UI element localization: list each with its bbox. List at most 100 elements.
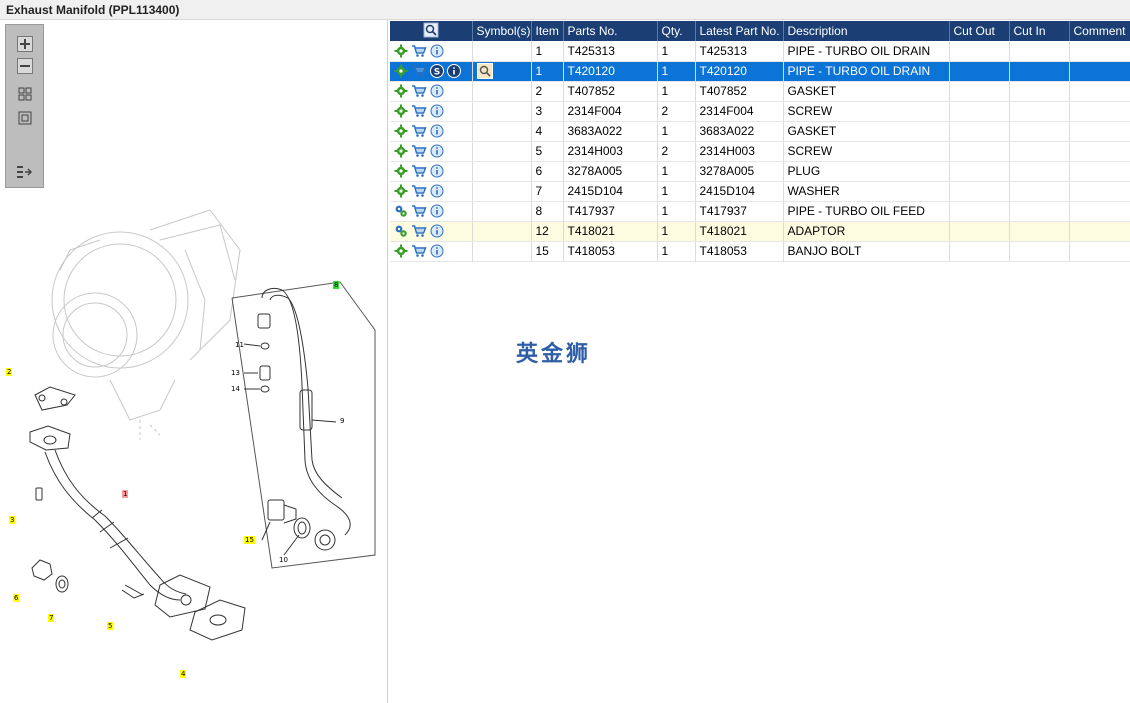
callout-8[interactable]: 8 (333, 281, 340, 289)
info-icon[interactable] (430, 104, 444, 118)
info-icon[interactable] (430, 204, 444, 218)
cart-icon[interactable] (411, 44, 427, 58)
column-header-cut-out[interactable]: Cut Out (949, 21, 1010, 41)
cart-icon[interactable] (411, 224, 427, 238)
row-actions-cell (390, 241, 473, 262)
row-actions-cell (390, 41, 473, 62)
info-icon[interactable] (430, 84, 444, 98)
column-header-actions[interactable] (390, 21, 473, 41)
info-icon[interactable] (430, 124, 444, 138)
gear-icon[interactable] (394, 64, 408, 78)
info-icon[interactable] (430, 184, 444, 198)
column-header-comment[interactable]: Comment (1069, 21, 1130, 41)
column-header-item[interactable]: Item (531, 21, 564, 41)
table-row[interactable]: 1 T425313 1 T425313 PIPE - TURBO OIL DRAIN (390, 41, 1130, 62)
callout-10[interactable]: 10 (278, 556, 289, 564)
gear-icon[interactable] (394, 124, 408, 138)
table-row[interactable]: 5 2314H003 2 2314H003 SCREW (390, 141, 1130, 162)
cut-in-cell (1009, 241, 1070, 262)
cut-in-cell (1009, 81, 1070, 102)
supersession-s-icon[interactable]: S (430, 64, 444, 78)
description-cell: PIPE - TURBO OIL FEED (783, 201, 950, 222)
symbols-cell (472, 81, 532, 102)
latest-part-no-cell: T417937 (695, 201, 784, 222)
callout-15[interactable]: 15 (244, 536, 255, 544)
watermark-text: 英金狮 (516, 342, 592, 367)
callout-5[interactable]: 5 (107, 622, 114, 630)
column-header-description[interactable]: Description (783, 21, 950, 41)
callout-2[interactable]: 2 (6, 368, 13, 376)
table-row[interactable]: 7 2415D104 1 2415D104 WASHER (390, 181, 1130, 202)
info-icon[interactable] (430, 44, 444, 58)
symbol-view-icon[interactable] (476, 62, 493, 79)
item-cell: 5 (531, 141, 564, 162)
table-row[interactable]: 15 T418053 1 T418053 BANJO BOLT (390, 241, 1130, 262)
search-parts-icon[interactable] (423, 22, 439, 41)
info-icon[interactable] (430, 244, 444, 258)
callout-4[interactable]: 4 (180, 670, 187, 678)
table-row[interactable]: 3 2314F004 2 2314F004 SCREW (390, 101, 1130, 122)
symbols-cell (472, 101, 532, 122)
cart-icon[interactable] (411, 244, 427, 258)
gear-icon[interactable] (394, 184, 408, 198)
latest-part-no-cell: T407852 (695, 81, 784, 102)
gear-icon[interactable] (394, 104, 408, 118)
latest-part-no-cell: T425313 (695, 41, 784, 62)
cart-icon[interactable] (411, 204, 427, 218)
column-header-parts-no[interactable]: Parts No. (563, 21, 658, 41)
qty-cell: 1 (657, 221, 696, 242)
parts-no-cell: 2314H003 (563, 141, 658, 162)
callout-1[interactable]: 1 (122, 490, 129, 498)
info-icon[interactable] (430, 164, 444, 178)
cut-in-cell (1009, 121, 1070, 142)
column-header-qty[interactable]: Qty. (657, 21, 696, 41)
comment-cell (1069, 61, 1130, 82)
item-cell: 15 (531, 241, 564, 262)
gear-icon[interactable] (394, 44, 408, 58)
cut-out-cell (949, 201, 1010, 222)
cart-icon[interactable] (411, 124, 427, 138)
callout-14[interactable]: 14 (230, 385, 241, 393)
diagram-pane[interactable]: 2 3 6 7 5 4 1 8 15 11 13 14 9 10 (0, 20, 388, 703)
callout-6[interactable]: 6 (13, 594, 20, 602)
symbols-cell (472, 221, 532, 242)
multi-gear-icon[interactable] (394, 204, 408, 218)
gear-icon[interactable] (394, 164, 408, 178)
callout-3[interactable]: 3 (9, 516, 16, 524)
callout-7[interactable]: 7 (48, 614, 55, 622)
row-actions-cell (390, 141, 473, 162)
comment-cell (1069, 221, 1130, 242)
table-row[interactable]: 12 T418021 1 T418021 ADAPTOR (390, 221, 1130, 242)
column-header-cut-in[interactable]: Cut In (1009, 21, 1070, 41)
cart-icon[interactable] (411, 164, 427, 178)
cart-icon[interactable] (411, 64, 427, 78)
callout-13[interactable]: 13 (230, 369, 241, 377)
cut-in-cell (1009, 61, 1070, 82)
cut-out-cell (949, 41, 1010, 62)
cart-icon[interactable] (411, 104, 427, 118)
gear-icon[interactable] (394, 244, 408, 258)
table-row[interactable]: 6 3278A005 1 3278A005 PLUG (390, 161, 1130, 182)
cart-icon[interactable] (411, 184, 427, 198)
cut-in-cell (1009, 101, 1070, 122)
column-header-symbols[interactable]: Symbol(s) (472, 21, 532, 41)
callout-11[interactable]: 11 (234, 341, 245, 349)
info-icon[interactable] (430, 144, 444, 158)
description-cell: WASHER (783, 181, 950, 202)
table-row[interactable]: S 1 T420120 1 T420120 PIPE - TURBO OIL DRAIN (390, 61, 1130, 82)
gear-icon[interactable] (394, 84, 408, 98)
info-icon[interactable] (430, 224, 444, 238)
info-icon[interactable] (447, 64, 461, 78)
comment-cell (1069, 101, 1130, 122)
callout-9[interactable]: 9 (339, 417, 345, 425)
cart-icon[interactable] (411, 144, 427, 158)
description-cell: ADAPTOR (783, 221, 950, 242)
multi-gear-icon[interactable] (394, 224, 408, 238)
table-row[interactable]: 4 3683A022 1 3683A022 GASKET (390, 121, 1130, 142)
table-row[interactable]: 2 T407852 1 T407852 GASKET (390, 81, 1130, 102)
table-row[interactable]: 8 T417937 1 T417937 PIPE - TURBO OIL FEED (390, 201, 1130, 222)
column-header-latest-part-no[interactable]: Latest Part No. (695, 21, 784, 41)
cart-icon[interactable] (411, 84, 427, 98)
cut-out-cell (949, 221, 1010, 242)
gear-icon[interactable] (394, 144, 408, 158)
